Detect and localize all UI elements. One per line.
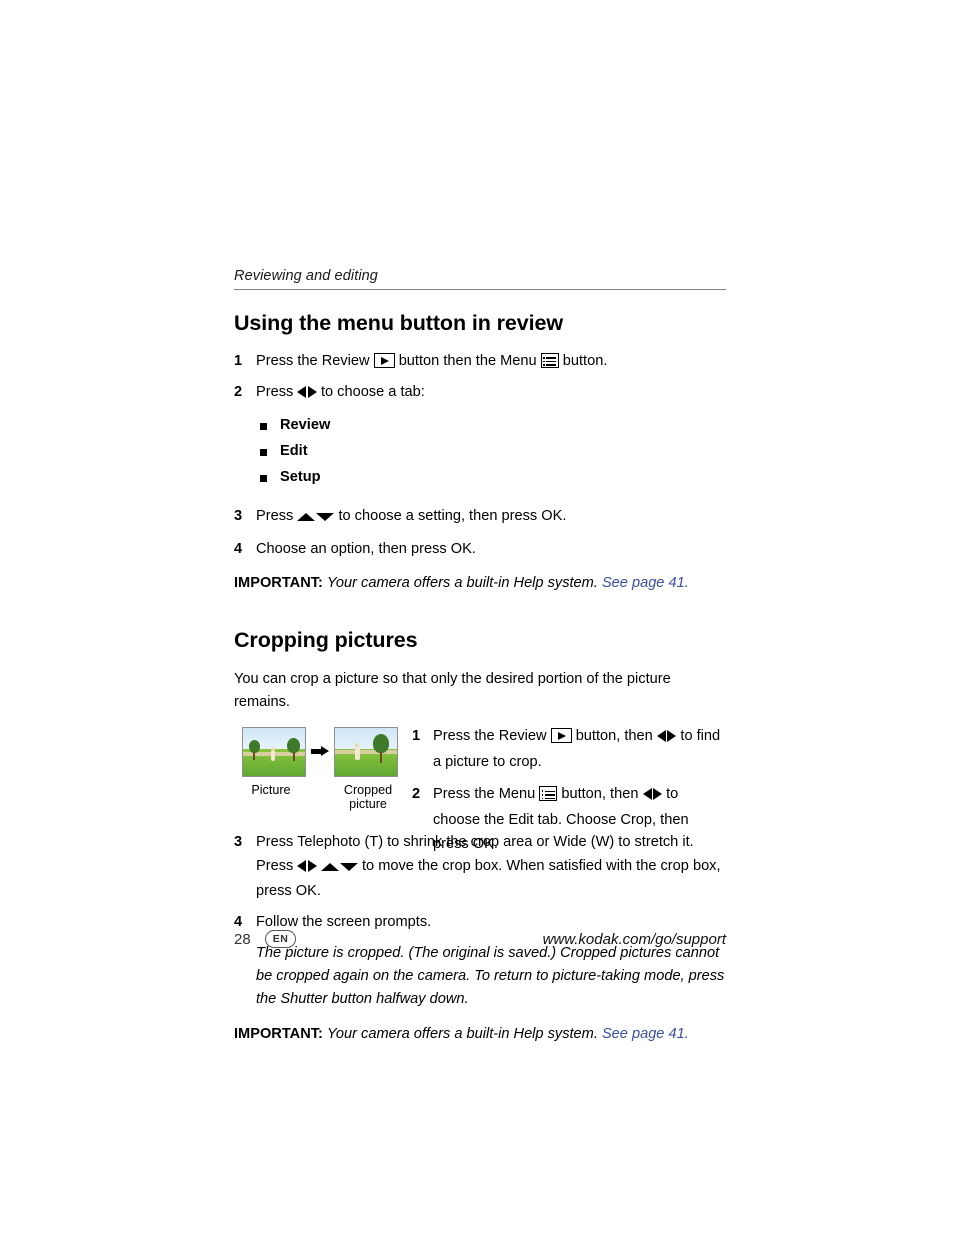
tab-label: Review: [280, 417, 331, 434]
up-down-arrows-icon: [320, 857, 358, 881]
document-page: Reviewing and editing Using the menu but…: [0, 0, 954, 1235]
figure-group: Picture Cropped picture: [242, 727, 410, 811]
cropping-figure-block: Picture Cropped picture 1 Press the Revi…: [234, 725, 726, 852]
step-number: 1: [412, 728, 421, 745]
section-title-cropping: Cropping pictures: [234, 627, 418, 652]
caption-picture: Picture: [251, 783, 291, 798]
up-down-arrows-icon: [297, 507, 335, 531]
important-note-1: IMPORTANT: Your camera offers a built-in…: [234, 572, 726, 595]
page-number: 28: [234, 930, 251, 948]
step-text: Follow the screen prompts.: [256, 914, 432, 931]
step-number: 2: [234, 383, 243, 400]
picture-thumbnail: [242, 727, 306, 778]
step-text: button then the Menu: [398, 353, 537, 369]
menu-icon: [540, 353, 559, 368]
bullet-square-icon: [260, 423, 267, 431]
left-right-arrows-icon: [642, 785, 662, 809]
step-number: 1: [234, 353, 243, 369]
caption-cropped-picture: Cropped picture: [343, 783, 393, 812]
important-text: Your camera offers a built-in Help syste…: [326, 575, 598, 592]
figure-row: [242, 727, 410, 778]
list-item-setup: Setup: [234, 465, 726, 491]
important-label: IMPORTANT:: [234, 1025, 323, 1042]
important-note-2: IMPORTANT: Your camera offers a built-in…: [234, 1023, 726, 1046]
figure-captions: Picture Cropped picture: [242, 777, 410, 811]
page-footer: 28 EN www.kodak.com/go/support: [234, 930, 726, 948]
step-text: Press: [256, 383, 294, 400]
step-number: 2: [412, 786, 421, 803]
step-text: button, then: [575, 728, 653, 745]
left-right-arrows-icon: [297, 857, 317, 881]
review-icon: [550, 728, 572, 744]
step-text: to choose a tab:: [320, 383, 425, 400]
menu-icon: [539, 786, 558, 802]
step-number: 3: [234, 834, 243, 851]
right-arrow-icon: [311, 745, 329, 757]
tab-list: Review Edit Setup: [234, 413, 726, 491]
list-item-review: Review: [234, 413, 726, 439]
step-number: 4: [234, 540, 243, 557]
step-text: button, then: [561, 786, 639, 803]
cropping-intro: You can crop a picture so that only the …: [234, 670, 671, 711]
list-item-edit: Edit: [234, 439, 726, 465]
bullet-square-icon: [260, 475, 267, 483]
language-badge: EN: [264, 930, 297, 948]
step-text: Press the Menu: [433, 786, 536, 803]
running-header: Reviewing and editing: [234, 268, 378, 284]
step-number: 3: [234, 508, 243, 525]
cropping-result-note: The picture is cropped. (The original is…: [256, 944, 725, 1008]
step-text: Choose an option, then press OK.: [256, 540, 476, 557]
review-icon: [373, 353, 395, 368]
step-text: button.: [562, 353, 608, 369]
step-text: Press: [256, 508, 294, 525]
tab-label: Setup: [280, 469, 321, 486]
section-title-menu-button: Using the menu button in review: [234, 311, 563, 335]
support-url: www.kodak.com/go/support: [542, 930, 726, 948]
step-1-4: 4 Choose an option, then press OK.: [234, 538, 726, 562]
bullet-square-icon: [260, 449, 267, 457]
left-right-arrows-icon: [656, 727, 677, 751]
step-text: Press the Review: [433, 728, 547, 745]
step-text: Press the Review: [256, 353, 370, 369]
important-text: Your camera offers a built-in Help syste…: [326, 1025, 598, 1042]
important-label: IMPORTANT:: [234, 575, 323, 592]
step-1-2: 2 Press to choose a tab:: [234, 381, 726, 407]
step-1-1: 1 Press the Review button then the Menu …: [234, 350, 726, 374]
step-text: to choose a setting, then press OK.: [338, 508, 567, 525]
step-2-1: 1 Press the Review button, then to find …: [412, 725, 726, 774]
header-rule: [234, 289, 726, 290]
step-1-3: 3 Press to choose a setting, then press …: [234, 505, 726, 531]
transform-arrow: [306, 727, 334, 775]
see-page-link[interactable]: See page 41.: [602, 575, 689, 591]
cropped-picture-thumbnail: [334, 727, 398, 778]
step-2-3: 3 Press Telephoto (T) to shrink the crop…: [234, 831, 726, 904]
tab-label: Edit: [280, 443, 308, 460]
left-right-arrows-icon: [297, 383, 317, 407]
see-page-link[interactable]: See page 41.: [602, 1026, 689, 1042]
